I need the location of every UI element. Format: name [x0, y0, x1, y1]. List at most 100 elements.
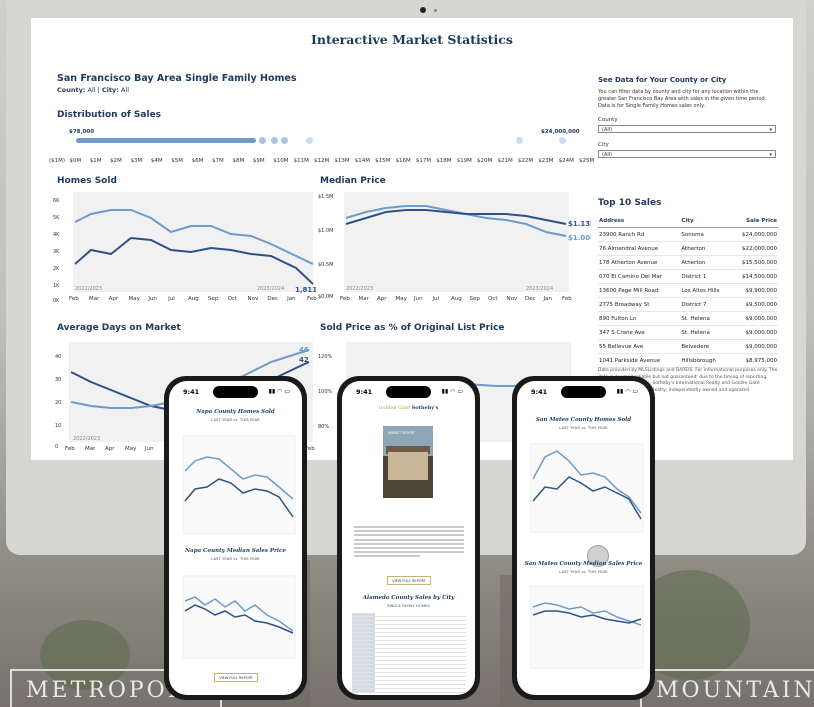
phone-screen: 9:41 ▮▮ ◠ ▭ Golden Gate Sotheby's MARKET… — [342, 381, 475, 695]
x-tick: Apr — [108, 296, 119, 302]
median-price-title: Median Price — [320, 176, 386, 186]
table-row[interactable]: 178 Atherton Avenue Atherton $15,500,000 — [598, 255, 778, 270]
table-row[interactable]: 13600 Page Mill Road Los Altos Hills $9,90… — [598, 283, 778, 298]
y-tick-labels: 6K 5K 4K 3K 2K 1K 0K — [53, 198, 60, 304]
distribution-title: Distribution of Sales — [57, 110, 162, 120]
x-tick: Feb — [340, 296, 350, 302]
x-tick: Apr — [377, 296, 387, 302]
distribution-tick: $5M — [171, 158, 184, 164]
y-tick: 100% — [318, 389, 333, 395]
median-price-chart[interactable]: $1.5M $1.0M $0.5M $0.0M $1.13M $1.00M 20… — [316, 188, 591, 304]
y-tick: 30 — [55, 377, 61, 383]
distribution-tick: $9M — [252, 158, 265, 164]
sensor-icon — [434, 9, 437, 12]
distribution-tick: $23M — [538, 158, 554, 164]
phone-report: 9:41 ▮▮ ◠ ▭ Golden Gate Sotheby's MARKET… — [337, 376, 480, 700]
y-tick: 10 — [55, 423, 61, 429]
filter-county-value: All — [87, 86, 96, 94]
x-tick: Jun — [414, 296, 423, 302]
distribution-dot[interactable] — [516, 137, 523, 144]
phone-screen: 9:41 ▮▮ ◠ ▭ San Mateo County Homes Sold … — [517, 381, 650, 695]
city-cell: District 7 — [680, 297, 732, 312]
x-tick: May — [128, 296, 140, 302]
distribution-density-bar[interactable] — [76, 138, 256, 143]
chart-subtitle: LAST YEAR vs. THIS YEAR — [559, 569, 608, 574]
y-tick: 1K — [53, 283, 60, 289]
distribution-tick: ($1M) — [49, 158, 66, 164]
address-cell: 178 Atherton Avenue — [598, 255, 681, 270]
median-price-mini-chart[interactable] — [175, 571, 297, 666]
homes-sold-chart[interactable]: 6K 5K 4K 3K 2K 1K 0K 1,811 2022/2023 202… — [51, 188, 317, 304]
x-tick: Oct — [227, 296, 238, 302]
table-row[interactable]: 347 S Crane Ave St. Helena $9,000,000 — [598, 325, 778, 340]
brand-word: Sotheby's — [411, 405, 439, 411]
table-row[interactable]: 1041 Parkside Avenue Hillsborough $8,975,0… — [598, 353, 778, 368]
city-cell: District 1 — [680, 269, 732, 284]
distribution-tick: $7M — [212, 158, 224, 164]
status-time: 9:41 — [356, 388, 373, 396]
phone-screen: 9:41 ▮▮ ◠ ▭ Napa County Homes Sold LAST … — [169, 381, 302, 695]
x-tick: Feb — [65, 446, 75, 452]
city-cell: Hillsborough — [680, 353, 732, 368]
end-value-label: 1,811 — [295, 286, 316, 294]
background-sign-right: MOUNTAIN — [640, 669, 814, 707]
filter-summary: County: All | City: All — [57, 86, 129, 94]
table-row[interactable]: 2775 Broadway St District 7 $9,500,000 — [598, 297, 778, 312]
distribution-dot[interactable] — [306, 137, 313, 144]
filter-county-label: County: — [57, 86, 86, 94]
y-tick: 20 — [55, 400, 61, 406]
chart-title: Napa County Homes Sold — [196, 409, 275, 415]
address-cell: 55 Bellevue Ave — [598, 339, 681, 354]
end-value-label: $1.13M — [568, 220, 591, 228]
status-time: 9:41 — [531, 388, 548, 396]
pct-list-title: Sold Price as % of Original List Price — [320, 323, 505, 333]
status-time: 9:41 — [183, 388, 200, 396]
x-tick: May — [125, 446, 137, 452]
distribution-dot[interactable] — [559, 137, 566, 144]
distribution-min-label: $78,000 — [69, 129, 95, 135]
table-row[interactable]: 23900 Ranch Rd Sonoma $24,000,000 — [598, 227, 778, 242]
homes-sold-mini-chart[interactable] — [175, 431, 297, 541]
address-cell: 1041 Parkside Avenue — [598, 353, 681, 368]
view-full-report-button[interactable]: VIEW FULL REPORT — [387, 576, 431, 585]
median-price-mini-chart[interactable] — [523, 581, 645, 676]
filter-panel-title: See Data for Your County or City — [598, 76, 727, 84]
top10-title: Top 10 Sales — [598, 198, 662, 208]
distribution-dot[interactable] — [281, 137, 288, 144]
distribution-dot[interactable] — [271, 137, 278, 144]
y-tick: $1.5M — [318, 194, 333, 200]
county-dropdown[interactable]: (All) ▾ — [598, 125, 776, 133]
county-label: County — [598, 117, 618, 123]
city-cell: Atherton — [680, 241, 732, 256]
view-full-report-button[interactable]: VIEW FULL REPORT — [214, 673, 258, 682]
chart-title: San Mateo County Homes Sold — [535, 417, 632, 423]
x-tick: Mar — [88, 296, 100, 302]
city-cell: St. Helena — [680, 311, 732, 326]
table-row[interactable]: 070 El Camino Del Mar District 1 $14,500,0… — [598, 269, 778, 284]
y-tick: 4K — [53, 232, 60, 238]
price-cell: $9,000,000 — [731, 311, 778, 326]
y-tick: 2K — [53, 266, 60, 272]
filter-panel-description: You can filter data by county and city f… — [598, 89, 767, 109]
homes-sold-mini-chart[interactable] — [523, 439, 645, 539]
filter-city-value: All — [120, 86, 129, 94]
report-cover-image[interactable]: MARKET REPORT — [383, 426, 433, 498]
address-cell: 070 El Camino Del Mar — [598, 269, 681, 284]
signal-wifi-battery-icon: ▮▮ ◠ ▭ — [268, 388, 290, 395]
distribution-tick: $0M — [69, 158, 82, 164]
address-cell: 890 Fulton Ln — [598, 311, 681, 326]
x-tick: Aug — [451, 296, 462, 302]
table-row[interactable]: 76 Almendral Avenue Atherton $22,000,000 — [598, 241, 778, 256]
distribution-dot[interactable] — [259, 137, 266, 144]
phone-napa: 9:41 ▮▮ ◠ ▭ Napa County Homes Sold LAST … — [164, 376, 307, 700]
city-dropdown[interactable]: (All) ▾ — [598, 150, 776, 158]
column-header[interactable]: Address — [598, 214, 681, 228]
column-header[interactable]: Sale Price — [731, 214, 778, 228]
table-row[interactable]: 55 Bellevue Ave Belvedere $9,000,000 — [598, 339, 778, 354]
column-header[interactable]: City — [680, 214, 732, 228]
table-row[interactable]: 890 Fulton Ln St. Helena $9,000,000 — [598, 311, 778, 326]
distribution-tick: $8M — [232, 158, 245, 164]
y-tick: 80% — [318, 424, 329, 430]
top10-table: Address City Sale Price 23900 Ranch Rd So… — [598, 214, 778, 368]
cover-house — [388, 452, 428, 480]
